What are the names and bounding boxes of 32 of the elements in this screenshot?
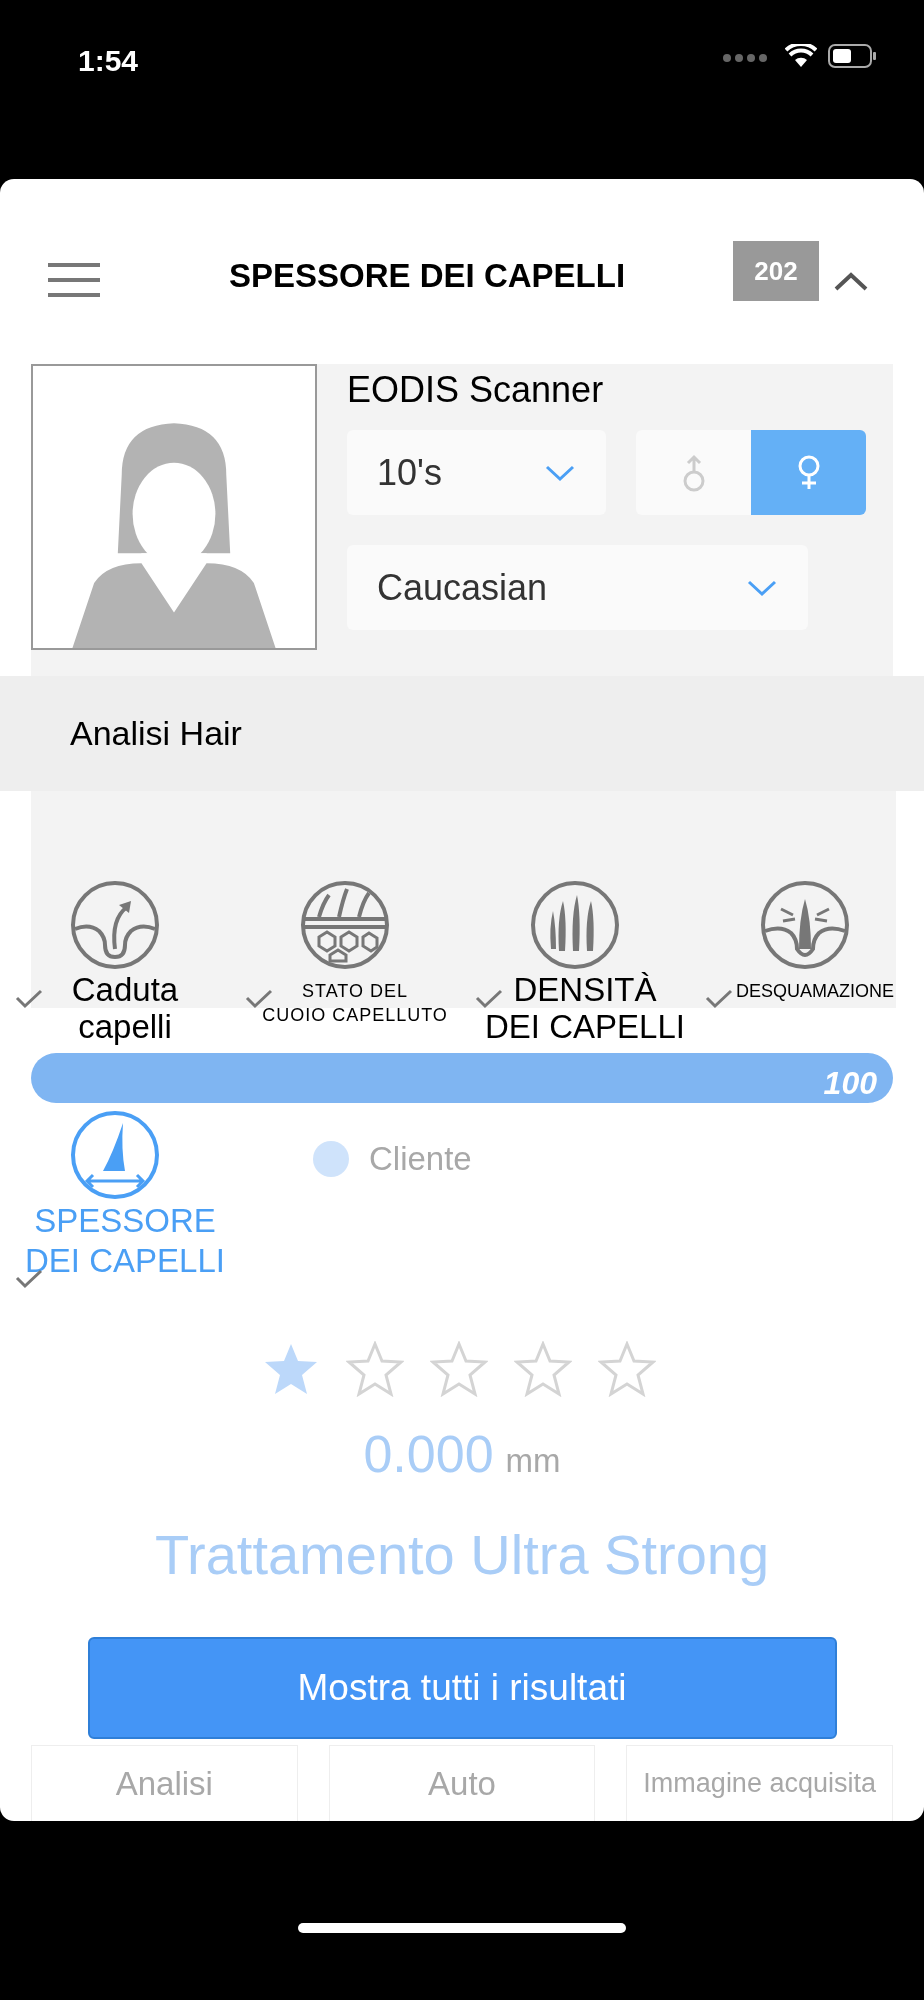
chevron-up-icon[interactable] [833,271,869,291]
hair-follicle-icon[interactable] [759,879,851,971]
gender-toggle[interactable] [636,430,751,515]
legend-label: Cliente [369,1139,472,1179]
count-badge: 202 [733,241,819,301]
device-name: EODIS Scanner [347,368,605,412]
age-dropdown[interactable]: 10's [347,430,606,515]
measurement-unit: mm [505,1441,561,1481]
screen-title: SPESSORE DEI CAPELLI [229,256,626,296]
wifi-icon [785,44,817,68]
battery-icon [828,44,878,68]
chevron-down-icon [544,463,576,482]
star-icon [514,1341,572,1397]
hair-width-icon[interactable] [69,1109,161,1201]
category-label[interactable]: Caduta capelli [51,971,179,1045]
menu-icon[interactable] [48,263,100,297]
category-label[interactable]: DENSITÀ DEI CAPELLI [465,971,685,1045]
category-label[interactable]: DESQUAMAZIONE [716,971,894,1003]
category-label[interactable]: STATO DEL CUOIO CAPELLUTO [242,971,448,1027]
section-header: Analisi Hair [0,676,924,791]
scalp-cells-icon[interactable] [299,879,391,971]
signal-icon [722,52,768,64]
ethnicity-dropdown[interactable]: Caucasian [347,545,808,630]
hair-strands-icon[interactable] [529,879,621,971]
gender-toggle[interactable] [751,430,866,515]
chevron-down-icon [746,578,778,597]
star-icon [430,1341,488,1397]
status-time: 1:54 [78,43,139,79]
treatment-name: Trattamento Ultra Strong [154,1522,770,1588]
star-icon [598,1341,656,1397]
measurement-value: 0.000 [363,1424,494,1485]
star-icon [346,1341,404,1397]
